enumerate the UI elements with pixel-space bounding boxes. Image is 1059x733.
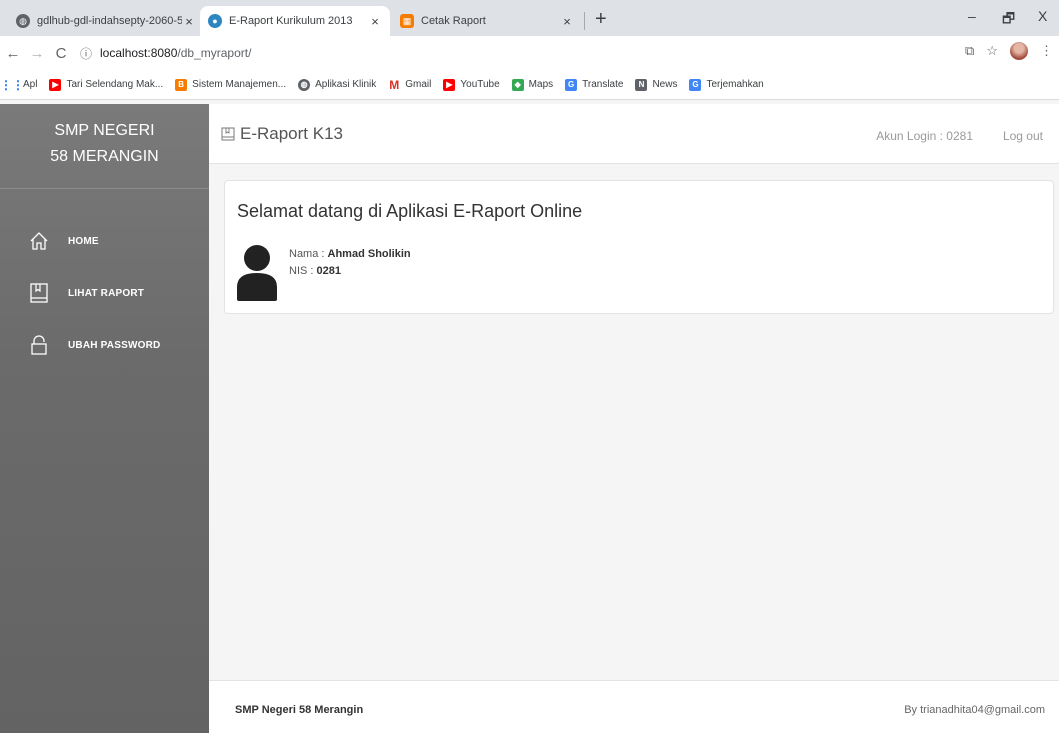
bookmark-star-icon[interactable]: ☆ <box>986 43 998 59</box>
url-host: localhost:8080 <box>100 46 178 60</box>
browser-tabstrip: ◍ gdlhub-gdl-indahsepty-2060-5-i × ● E-R… <box>0 0 1059 36</box>
school-brand: SMP NEGERI 58 MERANGIN <box>0 104 209 189</box>
bookmark-label: Translate <box>582 79 624 90</box>
sidebar-item-label: HOME <box>68 235 99 247</box>
sidebar-item-home[interactable]: HOME <box>0 221 209 261</box>
sidebar-item-label: UBAH PASSWORD <box>68 339 161 351</box>
bookmark-label: Apl <box>23 79 38 90</box>
bookmark-label: Gmail <box>405 79 432 90</box>
youtube-icon: ▶ <box>443 78 456 91</box>
student-nis: 0281 <box>316 265 341 277</box>
app-logo[interactable]: E-Raport K13 <box>221 124 343 144</box>
bookmark-label: Tari Selendang Mak... <box>66 79 164 90</box>
logout-link[interactable]: Log out <box>1003 129 1043 143</box>
profile-avatar[interactable] <box>1010 42 1028 60</box>
info-icon[interactable]: ⓘ <box>80 45 92 62</box>
close-icon[interactable]: × <box>182 14 196 29</box>
bookmark-terjemahkan[interactable]: G Terjemahkan <box>689 78 764 91</box>
user-avatar-icon <box>237 245 277 301</box>
bookmark-news[interactable]: N News <box>635 78 678 91</box>
bookmark-label: Terjemahkan <box>706 79 764 90</box>
minimize-button[interactable]: – <box>968 8 976 24</box>
close-icon[interactable]: × <box>368 14 382 29</box>
new-tab-button[interactable]: + <box>595 8 607 31</box>
account-login-label: Akun Login : 0281 <box>876 129 973 143</box>
maps-icon: ◆ <box>511 78 524 91</box>
name-label: Nama : <box>289 248 328 260</box>
student-nis-line: NIS : 0281 <box>289 265 341 277</box>
browser-toolbar: ← → C ⓘ localhost:8080/db_myraport/ ⧉ ☆ … <box>0 36 1059 70</box>
browser-tab-3[interactable]: ▦ Cetak Raport × <box>392 6 582 36</box>
book-icon <box>30 283 48 303</box>
sidebar-item-lihat-raport[interactable]: LIHAT RAPORT <box>0 273 209 313</box>
bookmark-youtube[interactable]: ▶ YouTube <box>443 78 500 91</box>
close-icon[interactable]: × <box>560 14 574 29</box>
site-favicon: ● <box>208 14 222 28</box>
browser-tab-2[interactable]: ● E-Raport Kurikulum 2013 × <box>200 6 390 36</box>
window-close-button[interactable]: X <box>1038 8 1047 24</box>
welcome-card: Selamat datang di Aplikasi E-Raport Onli… <box>224 180 1054 314</box>
bookmark-tari-selendang[interactable]: ▶ Tari Selendang Mak... <box>49 78 164 91</box>
bookmarks-bar: ⋮⋮ Apl ▶ Tari Selendang Mak... B Sistem … <box>0 70 1059 100</box>
sidebar: SMP NEGERI 58 MERANGIN HOME LIHAT RAPORT… <box>0 104 209 733</box>
reload-icon[interactable]: C <box>50 45 72 62</box>
footer-credit: By trianadhita04@gmail.com <box>904 704 1045 716</box>
tab-title: Cetak Raport <box>421 15 486 27</box>
bookmark-gmail[interactable]: M Gmail <box>388 77 432 92</box>
nis-label: NIS : <box>289 265 317 277</box>
youtube-icon: ▶ <box>49 78 62 91</box>
translate-icon: G <box>565 78 578 91</box>
apps-grid-icon: ⋮⋮ <box>0 77 24 92</box>
back-arrow-icon[interactable]: ← <box>2 45 24 62</box>
gmail-icon: M <box>389 77 400 92</box>
bookmark-label: Sistem Manajemen... <box>192 79 287 90</box>
app-favicon: ▦ <box>400 14 414 28</box>
blogger-icon: B <box>175 78 188 91</box>
bookmark-translate[interactable]: G Translate <box>565 78 624 91</box>
globe-icon: ◍ <box>16 14 30 28</box>
student-name-line: Nama : Ahmad Sholikin <box>289 248 411 260</box>
url-path: /db_myraport/ <box>177 46 252 60</box>
app-footer: SMP Negeri 58 Merangin By trianadhita04@… <box>209 680 1059 733</box>
bookmark-maps[interactable]: ◆ Maps <box>511 78 554 91</box>
forward-arrow-icon[interactable]: → <box>26 45 48 62</box>
restore-button[interactable]: 🗗 <box>1002 8 1015 32</box>
tab-title: E-Raport Kurikulum 2013 <box>229 15 353 27</box>
student-name: Ahmad Sholikin <box>327 248 411 260</box>
app-title: E-Raport K13 <box>240 124 343 143</box>
app-header: E-Raport K13 Akun Login : 0281 Log out <box>209 104 1059 164</box>
bookmark-label: Aplikasi Klinik <box>315 79 377 90</box>
bookmark-label: Maps <box>528 79 554 90</box>
sidebar-item-ubah-password[interactable]: UBAH PASSWORD <box>0 325 209 365</box>
lock-icon <box>31 335 47 355</box>
home-icon <box>30 232 48 250</box>
bookmark-apl[interactable]: ⋮⋮ Apl <box>0 77 38 92</box>
bookmark-sistem-manajemen[interactable]: B Sistem Manajemen... <box>175 78 287 91</box>
welcome-heading: Selamat datang di Aplikasi E-Raport Onli… <box>237 201 583 221</box>
sidebar-item-label: LIHAT RAPORT <box>68 287 145 299</box>
address-bar[interactable]: ⓘ localhost:8080/db_myraport/ <box>80 40 251 66</box>
book-icon <box>221 127 235 141</box>
menu-dots-icon[interactable]: ⋮ <box>1040 43 1053 59</box>
translate-icon: G <box>689 78 702 91</box>
tab-title: gdlhub-gdl-indahsepty-2060-5-i <box>37 15 182 27</box>
bookmark-label: News <box>652 79 678 90</box>
bookmark-aplikasi-klinik[interactable]: ◍ Aplikasi Klinik <box>298 78 377 91</box>
brand-text: SMP NEGERI 58 MERANGIN <box>50 122 159 165</box>
browser-tab-1[interactable]: ◍ gdlhub-gdl-indahsepty-2060-5-i × <box>8 6 204 36</box>
globe-icon: ◍ <box>298 78 311 91</box>
tab-separator <box>584 12 585 30</box>
translate-page-icon[interactable]: ⧉ <box>965 43 974 59</box>
bookmark-label: YouTube <box>460 79 500 90</box>
footer-school-name: SMP Negeri 58 Merangin <box>235 704 364 716</box>
news-icon: N <box>635 78 648 91</box>
